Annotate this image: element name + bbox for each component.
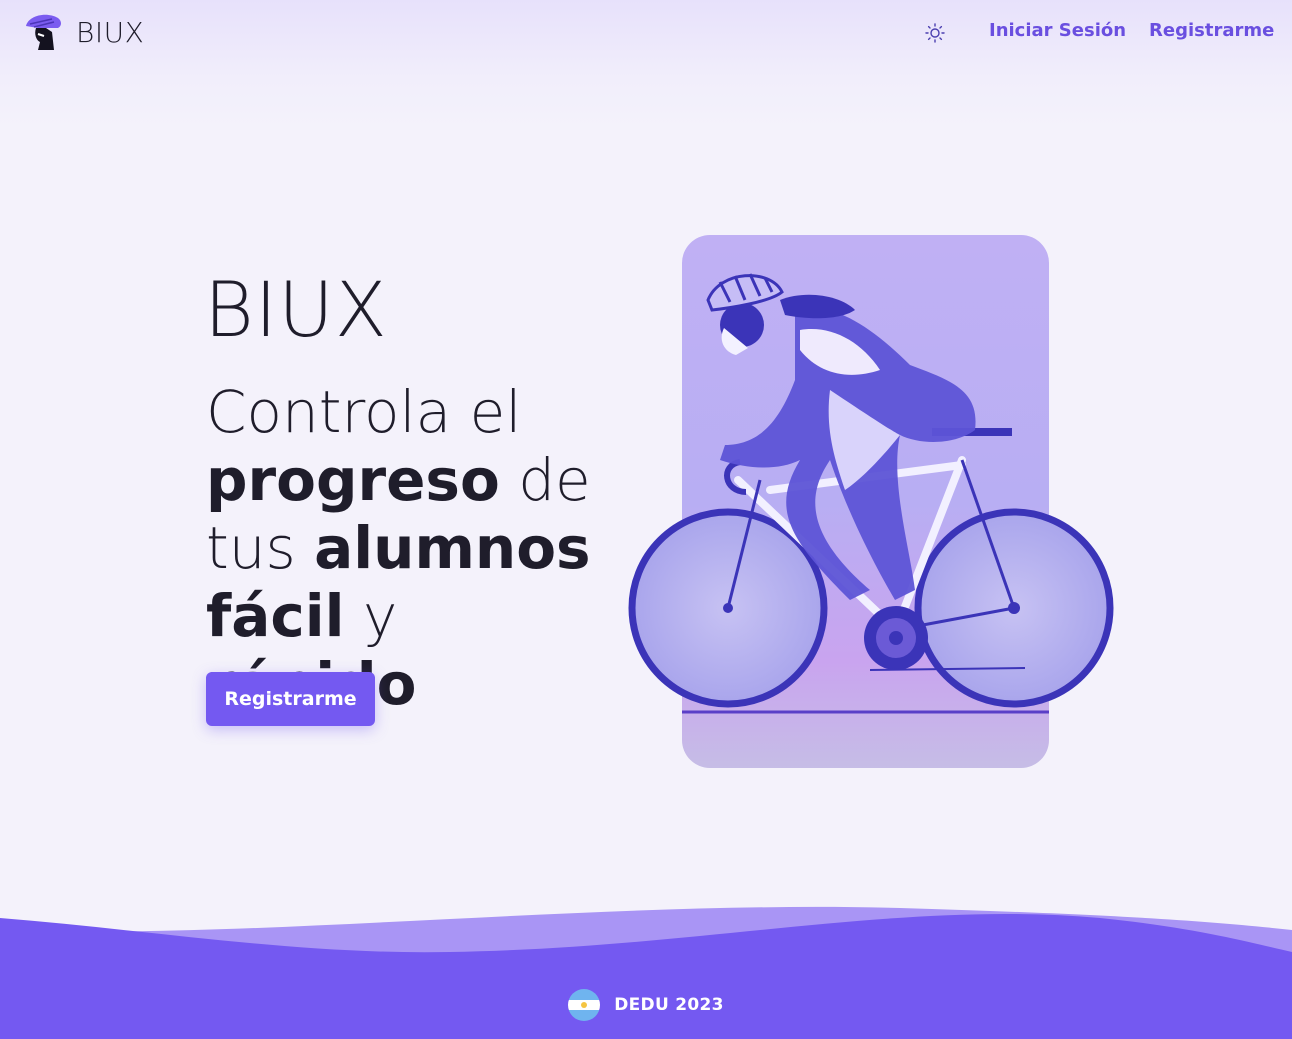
headline-line-1: Controla el	[206, 378, 522, 446]
argentina-flag-icon	[568, 989, 601, 1021]
headline-line-3: tus alumnos	[206, 514, 626, 582]
headline-progreso: progreso	[206, 446, 500, 514]
sun-icon	[925, 23, 945, 43]
logo[interactable]: BIUX	[22, 12, 144, 52]
headline-tus: tus	[206, 514, 315, 582]
cyclist-helmet-icon	[26, 14, 61, 50]
footer: DEDU 2023	[0, 988, 1292, 1022]
theme-toggle-button[interactable]	[922, 20, 948, 46]
headline-y: y	[344, 582, 398, 650]
cyclist-illustration	[628, 235, 1114, 768]
logo-text: BIUX	[76, 15, 145, 49]
header: BIUX Iniciar Sesión Registrarme	[0, 0, 1292, 130]
headline-de: de	[499, 446, 591, 514]
headline-alumnos: alumnos	[314, 514, 591, 582]
hero-headline: Controla el progreso de tus alumnos fáci…	[206, 378, 626, 718]
hero-title: BIUX	[204, 265, 388, 354]
headline-line-2: progreso de	[206, 446, 626, 514]
footer-text: DEDU 2023	[614, 995, 724, 1015]
register-link[interactable]: Registrarme	[1149, 20, 1274, 41]
headline-facil: fácil	[206, 582, 345, 650]
login-link[interactable]: Iniciar Sesión	[989, 20, 1126, 41]
register-cta-button[interactable]: Registrarme	[206, 672, 375, 726]
